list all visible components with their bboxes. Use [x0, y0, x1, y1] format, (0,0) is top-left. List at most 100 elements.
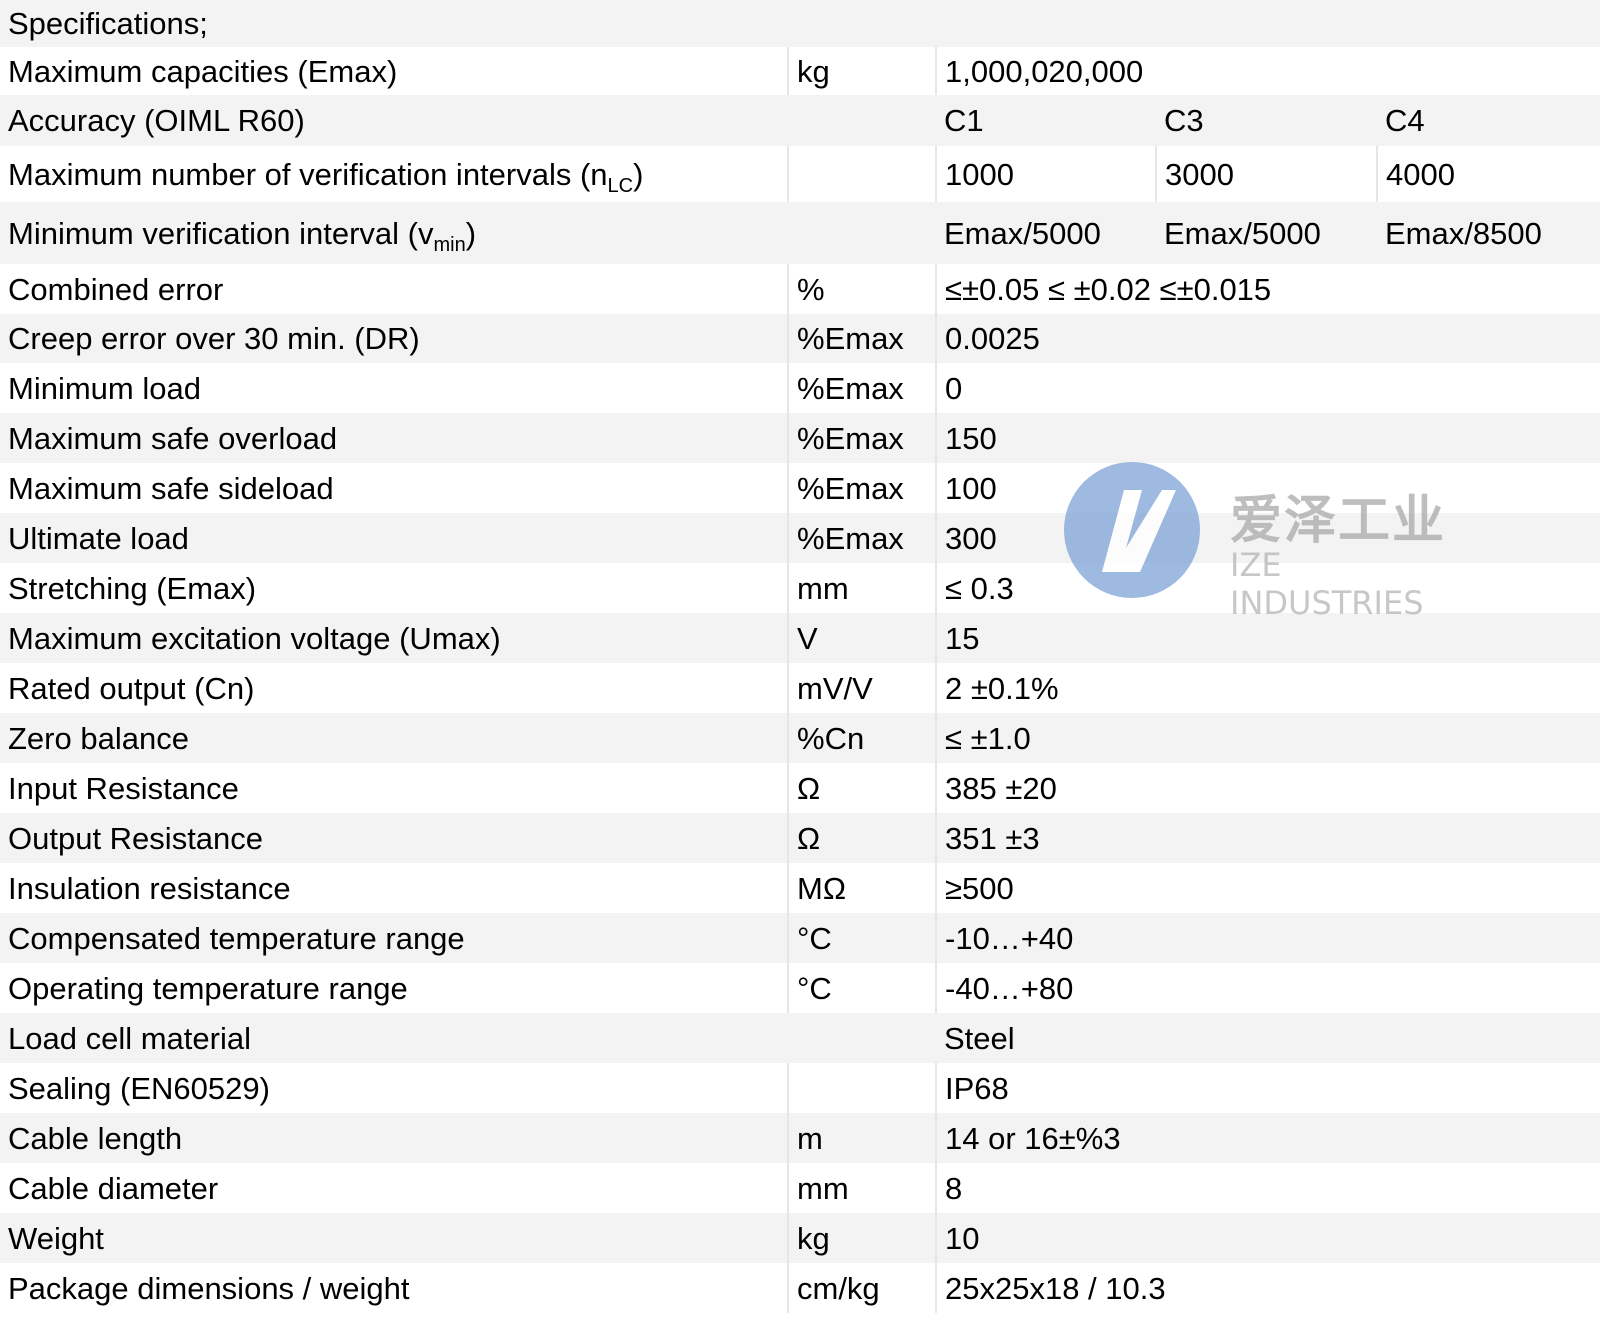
row-label: Maximum number of verification intervals… [8, 156, 644, 197]
row-value: ≤±0.05 ≤ ±0.02 ≤±0.015 [935, 264, 1600, 314]
row-label: Input Resistance [8, 770, 239, 806]
row-unit: %Cn [787, 713, 936, 763]
row-value: ≥500 [935, 863, 1600, 913]
table-row: Package dimensions / weight cm/kg 25x25x18… [0, 1263, 1600, 1313]
row-label-subscript: min [433, 233, 466, 256]
row-value-c4: Emax/8500 [1377, 202, 1600, 264]
row-label: Maximum excitation voltage (Umax) [0, 613, 788, 663]
row-label: Sealing (EN60529) [8, 1070, 270, 1106]
row-value: 300 [935, 513, 1600, 563]
row-label: Stretching (Emax) [8, 570, 257, 606]
row-value: -10…+40 [935, 913, 1600, 963]
row-label: Cable diameter [8, 1170, 219, 1206]
row-unit: cm/kg [787, 1263, 936, 1313]
row-value: 15 [935, 613, 1600, 663]
row-unit: V [787, 613, 936, 663]
row-unit: mm [787, 1163, 936, 1213]
row-value: 25x25x18 / 10.3 [935, 1263, 1600, 1313]
row-value: 1,000,020,000 [935, 47, 1600, 95]
row-value-c3: Emax/5000 [1156, 202, 1377, 264]
row-label-subscript: LC [607, 174, 634, 197]
table-row: Maximum number of verification intervals… [0, 146, 1600, 202]
table-row: Cable diameter mm 8 [0, 1163, 1600, 1213]
row-label: Maximum safe overload [0, 413, 788, 463]
table-row: Maximum safe sideload %Emax 100 [0, 463, 1600, 513]
row-unit [788, 202, 936, 264]
row-unit: °C [787, 963, 936, 1013]
table-row: Stretching (Emax) mm ≤ 0.3 [0, 563, 1600, 613]
row-value: 10 [935, 1213, 1600, 1263]
row-unit: %Emax [787, 363, 936, 413]
table-row: Sealing (EN60529) IP68 [0, 1063, 1600, 1113]
table-row: Maximum safe overload %Emax 150 [0, 413, 1600, 463]
row-unit: Ω [787, 763, 936, 813]
row-value: 0 [935, 363, 1600, 413]
row-label: Maximum safe sideload [8, 470, 334, 506]
table-row: Load cell material Steel [0, 1013, 1600, 1063]
row-unit: %Emax [787, 463, 936, 513]
row-unit [788, 95, 936, 146]
row-value-c3: C3 [1156, 95, 1377, 146]
row-label: Load cell material [0, 1013, 788, 1063]
table-row: Creep error over 30 min. (DR) %Emax 0.0025 [0, 314, 1600, 363]
table-heading-row: Specifications; [0, 0, 1600, 47]
row-label: Weight [0, 1213, 788, 1263]
row-unit: kg [787, 47, 936, 95]
row-label: Rated output (Cn) [8, 670, 255, 706]
table-row: Maximum capacities (Emax) kg 1,000,020,000 [0, 47, 1600, 95]
table-row: Operating temperature range °C -40…+80 [0, 963, 1600, 1013]
row-unit [787, 146, 936, 202]
row-value-c4: 4000 [1376, 146, 1600, 202]
row-unit: mV/V [787, 663, 936, 713]
row-value: 385 ±20 [935, 763, 1600, 813]
table-heading: Specifications; [0, 0, 1600, 47]
row-unit: %Emax [787, 413, 936, 463]
table-row: Maximum excitation voltage (Umax) V 15 [0, 613, 1600, 663]
row-value-c1: 1000 [935, 146, 1156, 202]
table-row: Input Resistance Ω 385 ±20 [0, 763, 1600, 813]
table-row: Combined error% ≤±0.05 ≤ ±0.02 ≤±0.015 [0, 264, 1600, 314]
row-label: Combined error [8, 271, 224, 307]
row-label: Output Resistance [0, 813, 788, 863]
row-unit: m [787, 1113, 936, 1163]
row-label: Maximum capacities (Emax) [8, 53, 398, 89]
row-value-c4: C4 [1377, 95, 1600, 146]
row-unit: MΩ [787, 863, 936, 913]
row-value: Steel [936, 1013, 1600, 1063]
table-row: Insulation resistance MΩ ≥500 [0, 863, 1600, 913]
row-value-c1: C1 [936, 95, 1156, 146]
row-unit: %Emax [787, 314, 936, 363]
table-row: Accuracy (OIML R60) C1 C3 C4 [0, 95, 1600, 146]
table-row: Ultimate load %Emax 300 [0, 513, 1600, 563]
row-label: Ultimate load [0, 513, 788, 563]
row-label: Minimum verification interval (vmin) [0, 202, 788, 264]
table-row: Rated output (Cn) mV/V 2 ±0.1% [0, 663, 1600, 713]
row-unit [787, 1063, 936, 1113]
table-row: Minimum verification interval (vmin) Emax… [0, 202, 1600, 264]
row-label: Package dimensions / weight [8, 1270, 410, 1306]
row-unit: °C [787, 913, 936, 963]
row-value: 2 ±0.1% [935, 663, 1600, 713]
row-label: Compensated temperature range [0, 913, 788, 963]
row-label: Accuracy (OIML R60) [0, 95, 788, 146]
row-label: Insulation resistance [8, 870, 291, 906]
row-unit: % [787, 264, 936, 314]
row-value: 8 [935, 1163, 1600, 1213]
row-value: IP68 [935, 1063, 1600, 1113]
row-value-c1: Emax/5000 [936, 202, 1156, 264]
table-row: Zero balance %Cn ≤ ±1.0 [0, 713, 1600, 763]
row-value: 150 [935, 413, 1600, 463]
row-label: Minimum load [8, 370, 201, 406]
row-label: Creep error over 30 min. (DR) [0, 314, 788, 363]
row-unit: mm [787, 563, 936, 613]
row-unit: kg [787, 1213, 936, 1263]
table-row: Weight kg 10 [0, 1213, 1600, 1263]
row-value: -40…+80 [935, 963, 1600, 1013]
row-value: ≤ ±1.0 [935, 713, 1600, 763]
row-value: 351 ±3 [935, 813, 1600, 863]
row-value: 100 [935, 463, 1600, 513]
row-value: 0.0025 [935, 314, 1600, 363]
specifications-table: Specifications; Maximum capacities (Emax… [0, 0, 1600, 1313]
table-row: Compensated temperature range °C -10…+40 [0, 913, 1600, 963]
row-label: Zero balance [0, 713, 788, 763]
